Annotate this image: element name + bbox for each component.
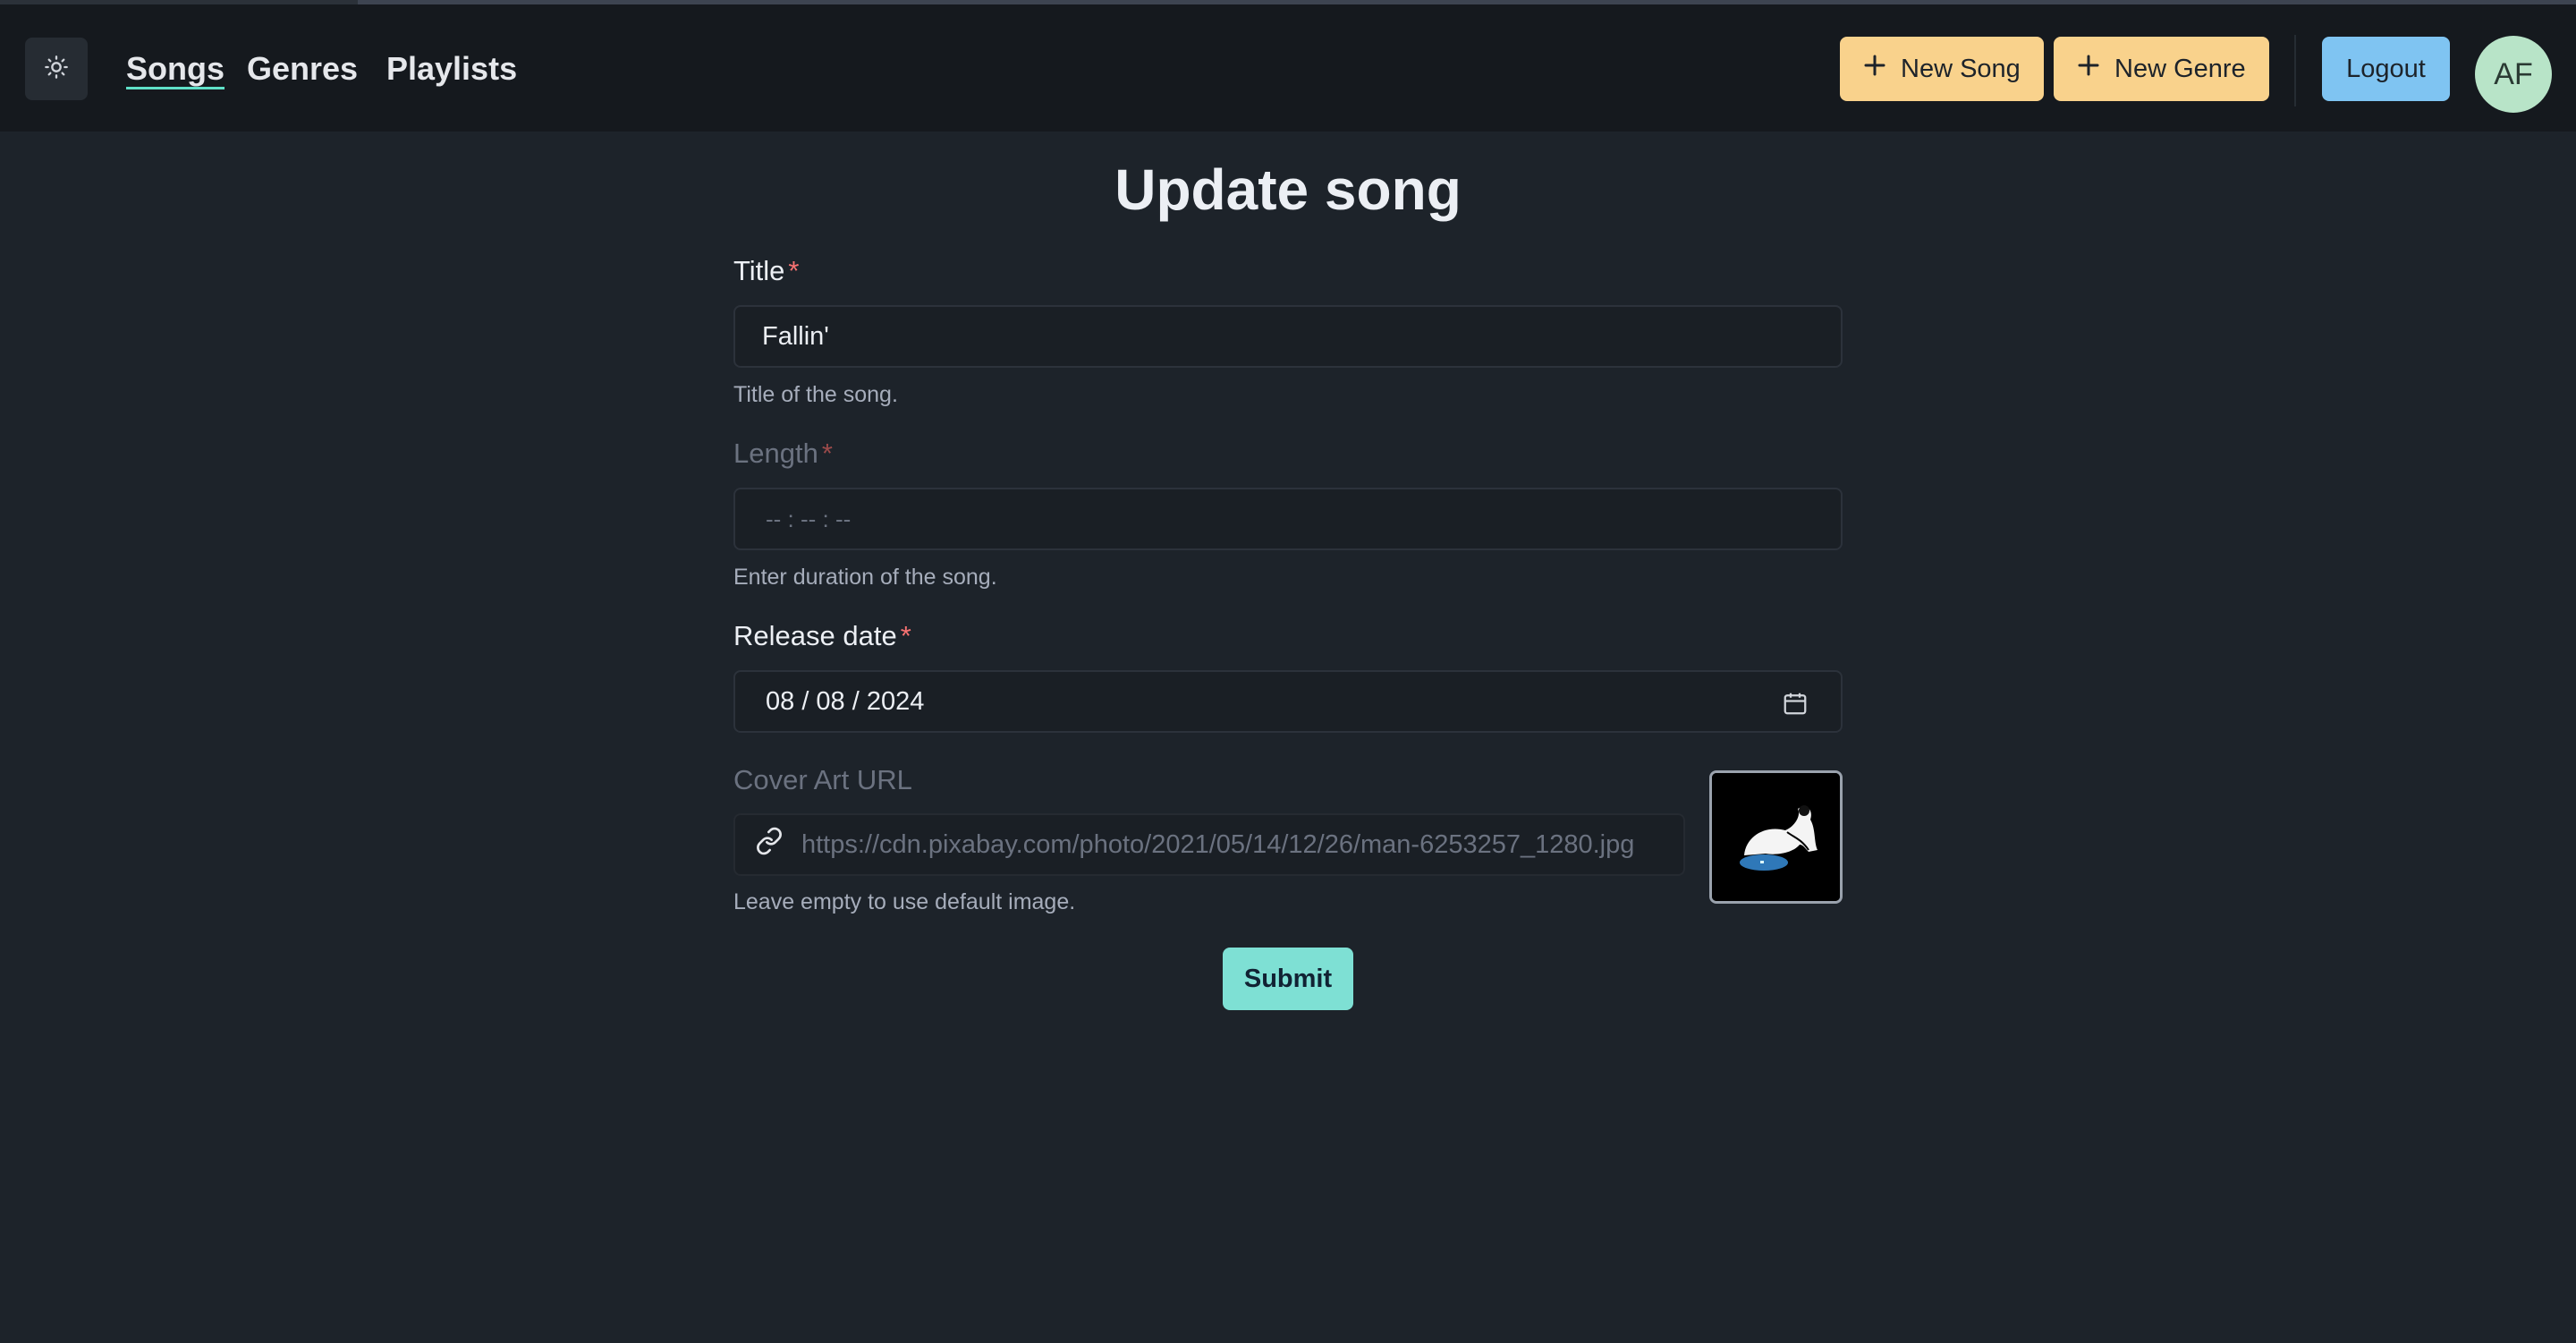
required-marker: * (900, 620, 911, 651)
title-label: Title * (733, 253, 800, 289)
cover-art-preview (1709, 770, 1843, 904)
plus-icon (1861, 52, 1888, 86)
required-marker: * (821, 438, 833, 469)
cover-art-illustration (1712, 773, 1840, 901)
length-input[interactable]: -- : -- : -- (733, 488, 1843, 550)
cover-art-url-input[interactable]: https://cdn.pixabay.com/photo/2021/05/14… (733, 813, 1685, 876)
navbar: Songs Genres Playlists New Song New Genr… (0, 4, 2576, 132)
new-song-label: New Song (1901, 54, 2021, 83)
release-date-input[interactable]: 08 / 08 / 2024 (733, 670, 1843, 733)
plus-icon (2075, 52, 2102, 86)
new-genre-button[interactable]: New Genre (2054, 37, 2269, 101)
page-title: Update song (1114, 157, 1462, 222)
required-marker: * (788, 255, 800, 286)
cover-art-url-value: https://cdn.pixabay.com/photo/2021/05/14… (801, 829, 1635, 859)
title-label-text: Title (733, 255, 785, 286)
length-input-placeholder: -- : -- : -- (766, 505, 852, 532)
avatar[interactable]: AF (2475, 36, 2552, 113)
cover-art-label: Cover Art URL (733, 764, 912, 795)
length-hint: Enter duration of the song. (733, 565, 997, 590)
new-song-button[interactable]: New Song (1840, 37, 2044, 101)
release-date-label: Release date * (733, 618, 911, 654)
logout-button[interactable]: Logout (2322, 37, 2450, 101)
link-icon (755, 827, 784, 863)
cover-art-hint: Leave empty to use default image. (733, 889, 1076, 914)
title-input[interactable]: Fallin' (733, 305, 1843, 368)
title-input-value: Fallin' (762, 321, 829, 351)
submit-button[interactable]: Submit (1223, 948, 1353, 1010)
nav-link-songs[interactable]: Songs (126, 49, 225, 89)
nav-link-genres[interactable]: Genres (247, 49, 358, 89)
release-date-value: 08 / 08 / 2024 (766, 686, 925, 716)
length-label: Length * (733, 436, 833, 472)
nav-link-playlists[interactable]: Playlists (386, 49, 517, 89)
new-genre-label: New Genre (2114, 54, 2246, 83)
title-hint: Title of the song. (733, 382, 898, 407)
theme-toggle-button[interactable] (25, 38, 88, 100)
sun-icon (44, 55, 69, 84)
release-date-label-text: Release date (733, 620, 897, 651)
length-label-text: Length (733, 438, 818, 469)
calendar-icon[interactable] (1782, 690, 1809, 717)
navbar-divider (2294, 35, 2296, 106)
